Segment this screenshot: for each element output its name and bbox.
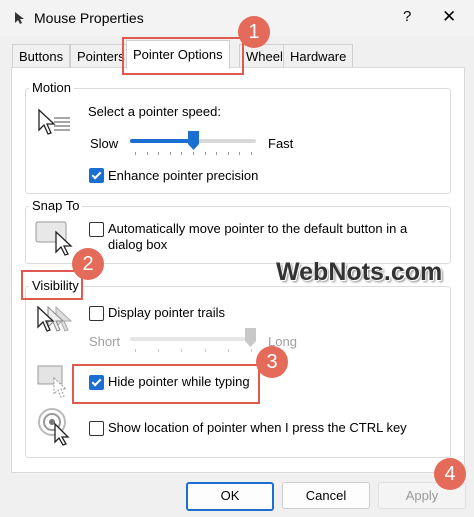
slider-tick bbox=[135, 349, 136, 352]
slider-tick bbox=[239, 152, 241, 155]
slider-tick bbox=[146, 152, 148, 155]
annotation-badge-2: 2 bbox=[72, 248, 104, 280]
snap-to-label-line1: Automatically move pointer to the defaul… bbox=[108, 221, 408, 236]
hide-pointer-icon bbox=[37, 365, 68, 398]
pointer-speed-label: Select a pointer speed: bbox=[88, 104, 221, 119]
highlight-pointer-options-tab bbox=[122, 37, 244, 75]
tab-hardware[interactable]: Hardware bbox=[283, 44, 354, 69]
motion-legend: Motion bbox=[29, 80, 75, 95]
show-location-checkbox[interactable] bbox=[89, 421, 104, 436]
slider-tick bbox=[227, 152, 229, 155]
enhance-precision-checkbox[interactable] bbox=[89, 168, 104, 183]
close-button[interactable]: ✕ bbox=[442, 7, 456, 27]
slider-tick bbox=[227, 349, 229, 352]
pointer-speed-fill bbox=[130, 139, 193, 143]
pointer-trails-icon bbox=[37, 305, 73, 332]
annotation-badge-1: 1 bbox=[238, 16, 270, 48]
pointer-speed-slider[interactable] bbox=[187, 131, 199, 150]
slider-tick bbox=[216, 152, 218, 155]
snap-to-icon bbox=[35, 221, 73, 256]
slider-tick bbox=[158, 349, 160, 352]
pointer-trails-checkbox[interactable] bbox=[89, 306, 104, 321]
mouse-app-icon bbox=[15, 12, 24, 24]
slider-tick bbox=[169, 152, 171, 155]
slider-tick bbox=[204, 152, 206, 155]
snap-to-legend: Snap To bbox=[29, 198, 83, 213]
highlight-hide-pointer bbox=[72, 364, 260, 404]
slider-tick bbox=[135, 152, 136, 155]
tab-buttons[interactable]: Buttons bbox=[12, 44, 71, 69]
snap-to-label-line2: dialog box bbox=[108, 237, 168, 252]
slider-tick bbox=[204, 349, 206, 352]
help-button[interactable]: ? bbox=[403, 8, 411, 25]
tab-wheel[interactable]: Wheel bbox=[239, 44, 285, 69]
window-title: Mouse Properties bbox=[34, 10, 144, 26]
highlight-visibility-legend bbox=[21, 270, 83, 300]
show-location-label: Show location of pointer when I press th… bbox=[108, 420, 407, 435]
trail-length-track bbox=[130, 337, 256, 341]
slider-tick bbox=[251, 152, 252, 155]
fast-label: Fast bbox=[268, 136, 294, 151]
slider-tick bbox=[251, 349, 252, 352]
slider-tick bbox=[181, 349, 183, 352]
enhance-precision-label: Enhance pointer precision bbox=[108, 168, 259, 183]
slider-tick bbox=[158, 152, 160, 155]
watermark: WebNots.com bbox=[276, 258, 443, 286]
snap-to-checkbox[interactable] bbox=[89, 222, 104, 237]
annotation-badge-3: 3 bbox=[256, 346, 288, 378]
trail-length-slider[interactable] bbox=[245, 328, 256, 347]
pointer-trails-label: Display pointer trails bbox=[108, 305, 226, 320]
slider-tick bbox=[181, 152, 183, 155]
pointer-speed-icon bbox=[38, 108, 70, 135]
slider-tick bbox=[193, 152, 194, 155]
show-location-icon bbox=[38, 408, 70, 446]
ok-button[interactable]: OK bbox=[186, 482, 274, 511]
annotation-badge-4: 4 bbox=[434, 458, 466, 490]
cancel-button[interactable]: Cancel bbox=[282, 482, 370, 509]
slow-label: Slow bbox=[90, 136, 119, 151]
short-label: Short bbox=[89, 334, 121, 349]
